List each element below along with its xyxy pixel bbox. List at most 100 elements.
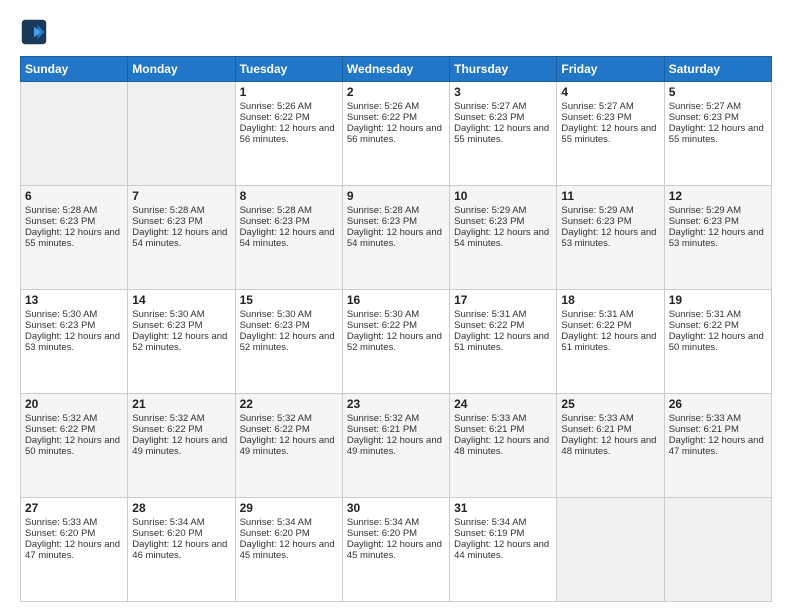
calendar-cell: 1Sunrise: 5:26 AMSunset: 6:22 PMDaylight… xyxy=(235,82,342,186)
calendar-cell xyxy=(664,498,771,602)
day-number: 13 xyxy=(25,293,123,307)
cell-content: Daylight: 12 hours and 52 minutes. xyxy=(132,331,230,353)
day-number: 7 xyxy=(132,189,230,203)
weekday-header: Wednesday xyxy=(342,57,449,82)
cell-content: Sunrise: 5:28 AM xyxy=(132,205,230,216)
day-number: 9 xyxy=(347,189,445,203)
calendar-cell xyxy=(557,498,664,602)
cell-content: Sunset: 6:23 PM xyxy=(25,216,123,227)
day-number: 6 xyxy=(25,189,123,203)
cell-content: Daylight: 12 hours and 53 minutes. xyxy=(669,227,767,249)
cell-content: Sunrise: 5:32 AM xyxy=(25,413,123,424)
cell-content: Sunset: 6:23 PM xyxy=(454,216,552,227)
logo xyxy=(20,18,54,46)
calendar-cell: 15Sunrise: 5:30 AMSunset: 6:23 PMDayligh… xyxy=(235,290,342,394)
cell-content: Sunset: 6:21 PM xyxy=(347,424,445,435)
week-row: 1Sunrise: 5:26 AMSunset: 6:22 PMDaylight… xyxy=(21,82,772,186)
cell-content: Sunrise: 5:29 AM xyxy=(561,205,659,216)
calendar-cell: 2Sunrise: 5:26 AMSunset: 6:22 PMDaylight… xyxy=(342,82,449,186)
calendar-body: 1Sunrise: 5:26 AMSunset: 6:22 PMDaylight… xyxy=(21,82,772,602)
cell-content: Sunrise: 5:32 AM xyxy=(132,413,230,424)
weekday-header: Sunday xyxy=(21,57,128,82)
calendar-cell: 9Sunrise: 5:28 AMSunset: 6:23 PMDaylight… xyxy=(342,186,449,290)
cell-content: Sunrise: 5:27 AM xyxy=(561,101,659,112)
calendar-cell: 23Sunrise: 5:32 AMSunset: 6:21 PMDayligh… xyxy=(342,394,449,498)
cell-content: Daylight: 12 hours and 55 minutes. xyxy=(561,123,659,145)
day-number: 8 xyxy=(240,189,338,203)
cell-content: Sunrise: 5:34 AM xyxy=(132,517,230,528)
calendar-cell: 20Sunrise: 5:32 AMSunset: 6:22 PMDayligh… xyxy=(21,394,128,498)
weekday-header: Friday xyxy=(557,57,664,82)
cell-content: Sunset: 6:20 PM xyxy=(25,528,123,539)
cell-content: Daylight: 12 hours and 55 minutes. xyxy=(669,123,767,145)
cell-content: Sunrise: 5:26 AM xyxy=(240,101,338,112)
calendar-cell: 10Sunrise: 5:29 AMSunset: 6:23 PMDayligh… xyxy=(450,186,557,290)
cell-content: Sunrise: 5:27 AM xyxy=(454,101,552,112)
cell-content: Daylight: 12 hours and 44 minutes. xyxy=(454,539,552,561)
week-row: 6Sunrise: 5:28 AMSunset: 6:23 PMDaylight… xyxy=(21,186,772,290)
cell-content: Daylight: 12 hours and 51 minutes. xyxy=(561,331,659,353)
cell-content: Sunset: 6:22 PM xyxy=(25,424,123,435)
cell-content: Daylight: 12 hours and 46 minutes. xyxy=(132,539,230,561)
cell-content: Sunrise: 5:28 AM xyxy=(240,205,338,216)
weekday-header: Monday xyxy=(128,57,235,82)
cell-content: Daylight: 12 hours and 45 minutes. xyxy=(347,539,445,561)
cell-content: Sunset: 6:22 PM xyxy=(561,320,659,331)
calendar-cell: 17Sunrise: 5:31 AMSunset: 6:22 PMDayligh… xyxy=(450,290,557,394)
calendar-cell: 24Sunrise: 5:33 AMSunset: 6:21 PMDayligh… xyxy=(450,394,557,498)
cell-content: Sunrise: 5:33 AM xyxy=(454,413,552,424)
cell-content: Sunset: 6:20 PM xyxy=(132,528,230,539)
cell-content: Daylight: 12 hours and 52 minutes. xyxy=(347,331,445,353)
day-number: 16 xyxy=(347,293,445,307)
cell-content: Sunset: 6:23 PM xyxy=(132,320,230,331)
cell-content: Sunset: 6:23 PM xyxy=(669,112,767,123)
page: SundayMondayTuesdayWednesdayThursdayFrid… xyxy=(0,0,792,612)
header xyxy=(20,18,772,46)
calendar-cell: 22Sunrise: 5:32 AMSunset: 6:22 PMDayligh… xyxy=(235,394,342,498)
cell-content: Daylight: 12 hours and 53 minutes. xyxy=(25,331,123,353)
calendar-cell: 25Sunrise: 5:33 AMSunset: 6:21 PMDayligh… xyxy=(557,394,664,498)
cell-content: Sunset: 6:19 PM xyxy=(454,528,552,539)
cell-content: Daylight: 12 hours and 49 minutes. xyxy=(132,435,230,457)
day-number: 1 xyxy=(240,85,338,99)
day-number: 21 xyxy=(132,397,230,411)
cell-content: Daylight: 12 hours and 48 minutes. xyxy=(561,435,659,457)
day-number: 12 xyxy=(669,189,767,203)
calendar-cell: 3Sunrise: 5:27 AMSunset: 6:23 PMDaylight… xyxy=(450,82,557,186)
calendar-cell: 8Sunrise: 5:28 AMSunset: 6:23 PMDaylight… xyxy=(235,186,342,290)
week-row: 27Sunrise: 5:33 AMSunset: 6:20 PMDayligh… xyxy=(21,498,772,602)
cell-content: Sunset: 6:23 PM xyxy=(561,112,659,123)
logo-icon xyxy=(20,18,48,46)
weekday-header: Tuesday xyxy=(235,57,342,82)
cell-content: Sunset: 6:23 PM xyxy=(347,216,445,227)
cell-content: Sunrise: 5:30 AM xyxy=(347,309,445,320)
cell-content: Sunset: 6:22 PM xyxy=(669,320,767,331)
cell-content: Sunrise: 5:33 AM xyxy=(25,517,123,528)
day-number: 3 xyxy=(454,85,552,99)
cell-content: Daylight: 12 hours and 56 minutes. xyxy=(347,123,445,145)
day-number: 28 xyxy=(132,501,230,515)
cell-content: Daylight: 12 hours and 54 minutes. xyxy=(454,227,552,249)
calendar-header: SundayMondayTuesdayWednesdayThursdayFrid… xyxy=(21,57,772,82)
day-number: 17 xyxy=(454,293,552,307)
cell-content: Sunrise: 5:27 AM xyxy=(669,101,767,112)
cell-content: Daylight: 12 hours and 50 minutes. xyxy=(25,435,123,457)
day-number: 22 xyxy=(240,397,338,411)
calendar-cell: 29Sunrise: 5:34 AMSunset: 6:20 PMDayligh… xyxy=(235,498,342,602)
day-number: 26 xyxy=(669,397,767,411)
day-number: 4 xyxy=(561,85,659,99)
calendar-cell xyxy=(21,82,128,186)
cell-content: Sunrise: 5:29 AM xyxy=(669,205,767,216)
day-number: 14 xyxy=(132,293,230,307)
cell-content: Daylight: 12 hours and 50 minutes. xyxy=(669,331,767,353)
cell-content: Daylight: 12 hours and 47 minutes. xyxy=(669,435,767,457)
cell-content: Sunrise: 5:29 AM xyxy=(454,205,552,216)
day-number: 5 xyxy=(669,85,767,99)
cell-content: Sunset: 6:23 PM xyxy=(240,320,338,331)
weekday-row: SundayMondayTuesdayWednesdayThursdayFrid… xyxy=(21,57,772,82)
day-number: 29 xyxy=(240,501,338,515)
cell-content: Sunrise: 5:26 AM xyxy=(347,101,445,112)
calendar-cell: 21Sunrise: 5:32 AMSunset: 6:22 PMDayligh… xyxy=(128,394,235,498)
cell-content: Daylight: 12 hours and 49 minutes. xyxy=(240,435,338,457)
calendar-cell: 12Sunrise: 5:29 AMSunset: 6:23 PMDayligh… xyxy=(664,186,771,290)
